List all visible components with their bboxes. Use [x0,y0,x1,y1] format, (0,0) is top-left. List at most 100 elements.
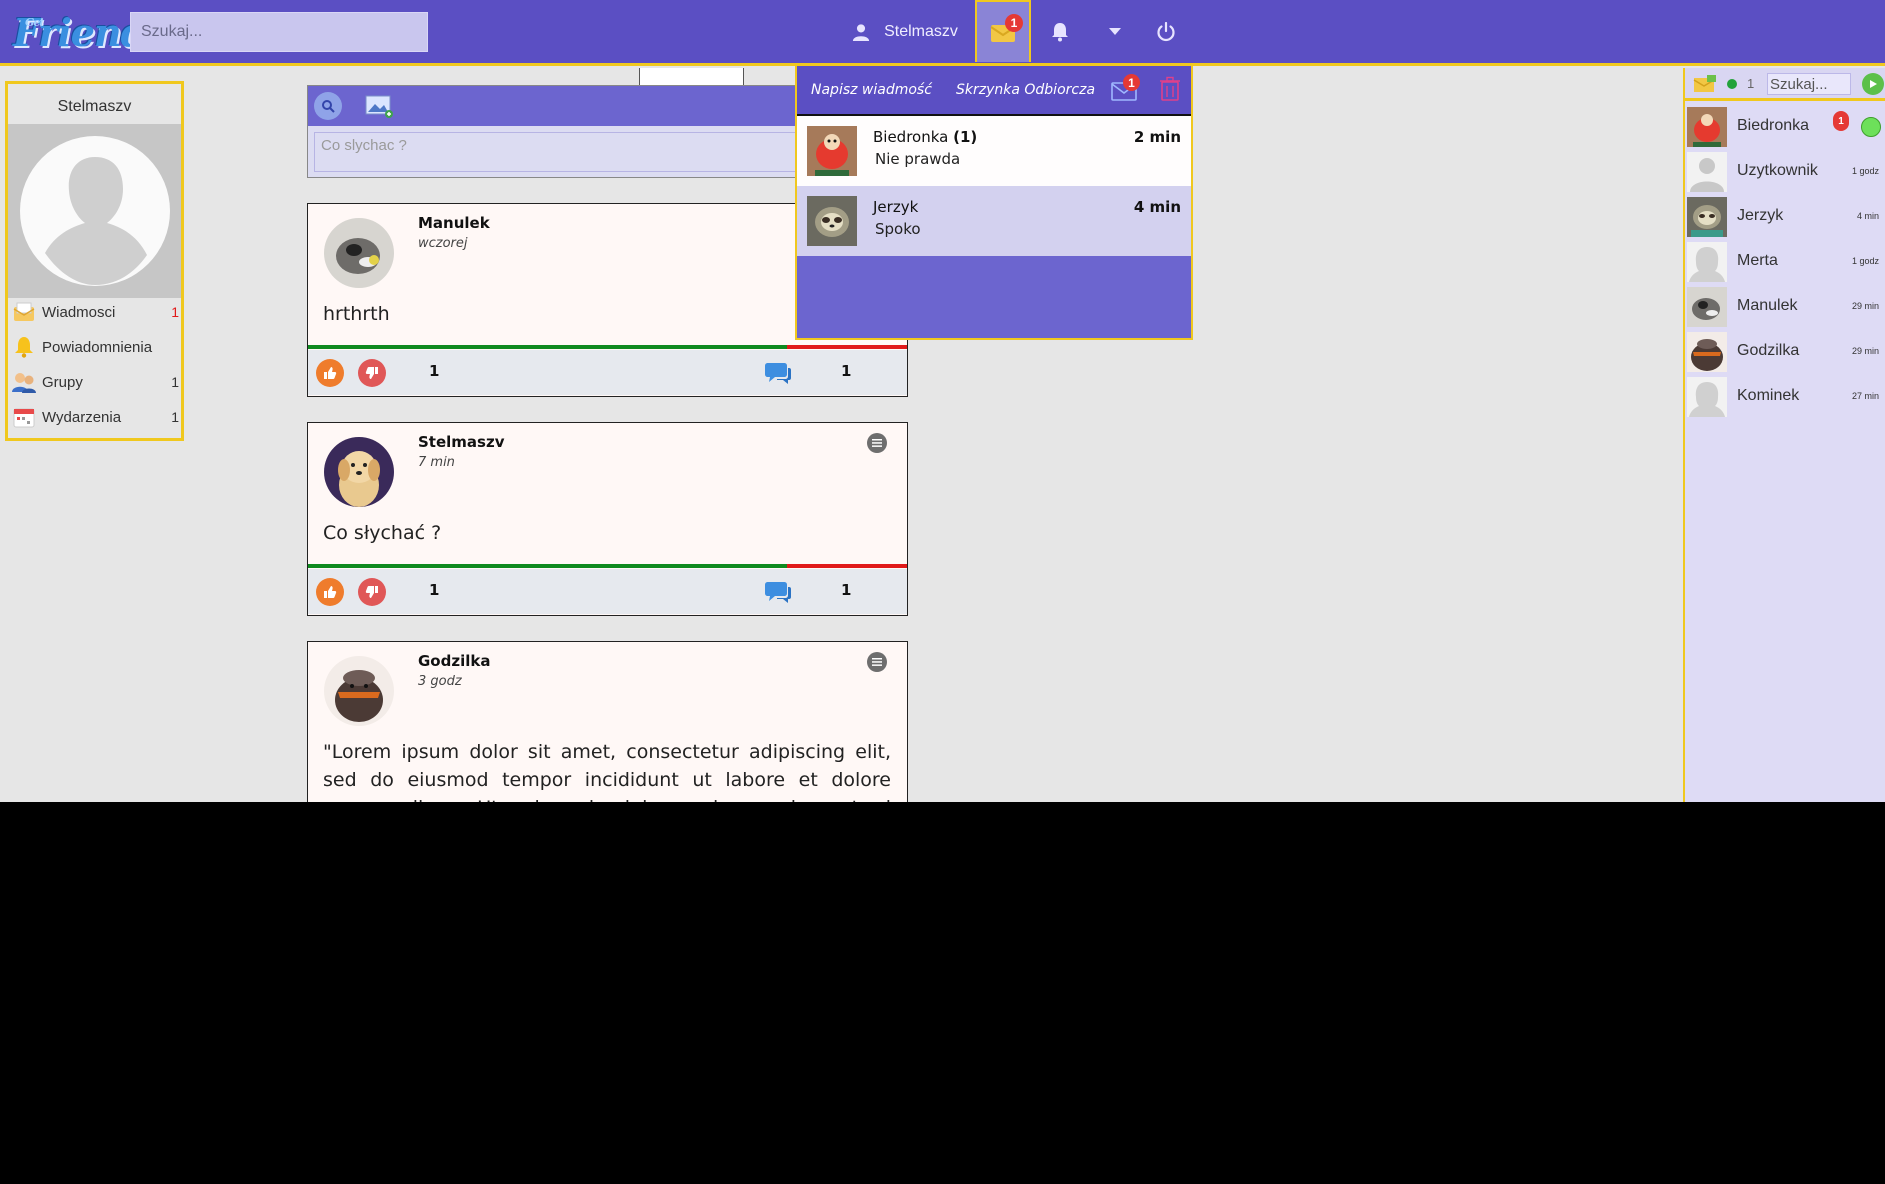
dislikes-ratio-bar [787,564,907,568]
like-button[interactable] [316,578,344,606]
image-icon[interactable] [365,94,393,118]
friend-unread-badge: 1 [1833,111,1849,131]
online-status-icon [1861,117,1881,137]
message-time: 4 min [1133,198,1181,216]
friend-name: Kominek [1737,387,1800,404]
post-text: Co słychać ? [323,522,442,544]
post-author[interactable]: Godzilka [418,652,490,670]
friend-name: Godzilka [1737,342,1800,359]
caret-down-icon [1109,27,1121,35]
thumbs-up-icon [324,367,337,379]
power-icon [1157,21,1175,41]
user-name: Stelmaszv [884,22,958,40]
logout-button[interactable] [1145,0,1187,63]
message-preview: Spoko [875,220,921,238]
friend-last-seen: 29 min [1851,346,1879,356]
like-button[interactable] [316,359,344,387]
message-sender: Jerzyk [873,198,918,216]
logo-tag: Get [25,16,45,29]
friend-avatar [1687,197,1727,237]
chat-icon[interactable] [1693,74,1717,94]
friend-item[interactable]: Godzilka 29 min [1687,330,1883,374]
post-avatar[interactable] [324,656,394,726]
dislike-button[interactable] [358,359,386,387]
message-item[interactable]: Biedronka (1) 2 min Nie prawda [797,116,1191,186]
menu-icon [872,658,882,666]
logo[interactable]: Get Friend [13,6,147,55]
post-card: Godzilka 3 godz "Lorem ipsum dolor sit a… [307,641,908,802]
left-item-groups[interactable]: Grupy 1 [12,367,179,397]
post-card: Stelmaszv 7 min Co słychać ? 1 1 [307,422,908,616]
composer-tab[interactable] [639,68,744,86]
friend-item[interactable]: Manulek 29 min [1687,285,1883,329]
post-avatar[interactable] [324,437,394,507]
left-item-events[interactable]: Wydarzenia 1 [12,402,179,432]
inbox-link[interactable]: Skrzynka Odbiorcza [956,82,1095,98]
menu-icon [872,439,882,447]
app-root: Get Friend Stelmaszv 1 Stelmaszv [0,0,1885,802]
post-author[interactable]: Manulek [418,214,490,232]
post-time: 3 godz [418,674,462,689]
write-message-link[interactable]: Napisz wiadmość [811,82,932,98]
friend-item[interactable]: Kominek 27 min [1687,375,1883,419]
comment-icon [765,363,791,384]
friends-search-input[interactable] [1767,73,1851,95]
search-icon[interactable] [314,92,342,120]
top-bar: Get Friend Stelmaszv 1 [0,0,1885,66]
envelope-icon [12,300,36,324]
friend-item[interactable]: Merta 1 godz [1687,240,1883,284]
trash-icon[interactable] [1159,76,1181,102]
online-dot-icon [1727,79,1737,89]
user-icon [852,23,870,41]
profile-name[interactable]: Stelmaszv [8,98,181,116]
notifications-button[interactable] [1040,0,1080,63]
messages-button[interactable]: 1 [975,0,1031,62]
post-menu-button[interactable] [867,652,887,672]
likes-count: 1 [429,362,440,380]
friend-item[interactable]: Biedronka 1 [1687,105,1883,149]
thumbs-up-icon [324,586,337,598]
reaction-ratio-bar [308,345,907,349]
friend-name: Merta [1737,252,1778,269]
message-unread: (1) [953,128,978,146]
message-sender-name: Jerzyk [873,198,919,216]
envelope-icon[interactable]: 1 [1111,74,1140,102]
comments-count: 1 [841,362,852,380]
friends-panel: 1 Biedronka 1 Uzytkownik 1 godz Jerzyk 4… [1683,68,1885,802]
dislikes-ratio-bar [787,345,907,349]
message-sender: Biedronka (1) [873,128,977,146]
profile-link[interactable]: Stelmaszv [840,0,970,63]
message-avatar [807,126,857,176]
likes-ratio-bar [308,345,788,349]
default-avatar-icon [19,136,170,286]
calendar-icon [12,405,36,429]
left-panel: Stelmaszv Wiadmosci 1 Powiadomnienia Gru… [5,81,184,441]
post-author[interactable]: Stelmaszv [418,433,504,451]
likes-count: 1 [429,581,440,599]
play-icon[interactable] [1862,73,1884,95]
message-preview: Nie prawda [875,150,961,168]
post-actions: 1 1 [308,350,907,395]
comment-button[interactable] [764,360,792,386]
dislike-button[interactable] [358,578,386,606]
post-avatar[interactable] [324,218,394,288]
left-item-label: Wiadmosci [42,303,116,321]
friends-panel-header: 1 [1685,68,1885,101]
post-menu-button[interactable] [867,433,887,453]
friend-last-seen: 1 godz [1851,166,1879,176]
bell-icon [1052,22,1068,41]
message-avatar [807,196,857,246]
search-input[interactable] [130,12,428,52]
friend-item[interactable]: Uzytkownik 1 godz [1687,150,1883,194]
friend-name: Jerzyk [1737,207,1784,224]
dropdown-button[interactable] [1095,0,1135,63]
left-item-messages[interactable]: Wiadmosci 1 [12,297,179,327]
message-item[interactable]: Jerzyk 4 min Spoko [797,186,1191,256]
comment-button[interactable] [764,579,792,605]
post-time: 7 min [418,455,455,470]
profile-avatar[interactable] [8,124,181,298]
comment-icon [765,582,791,603]
friend-item[interactable]: Jerzyk 4 min [1687,195,1883,239]
left-item-notifications[interactable]: Powiadomnienia [12,332,179,362]
friend-last-seen: 27 min [1851,391,1879,401]
